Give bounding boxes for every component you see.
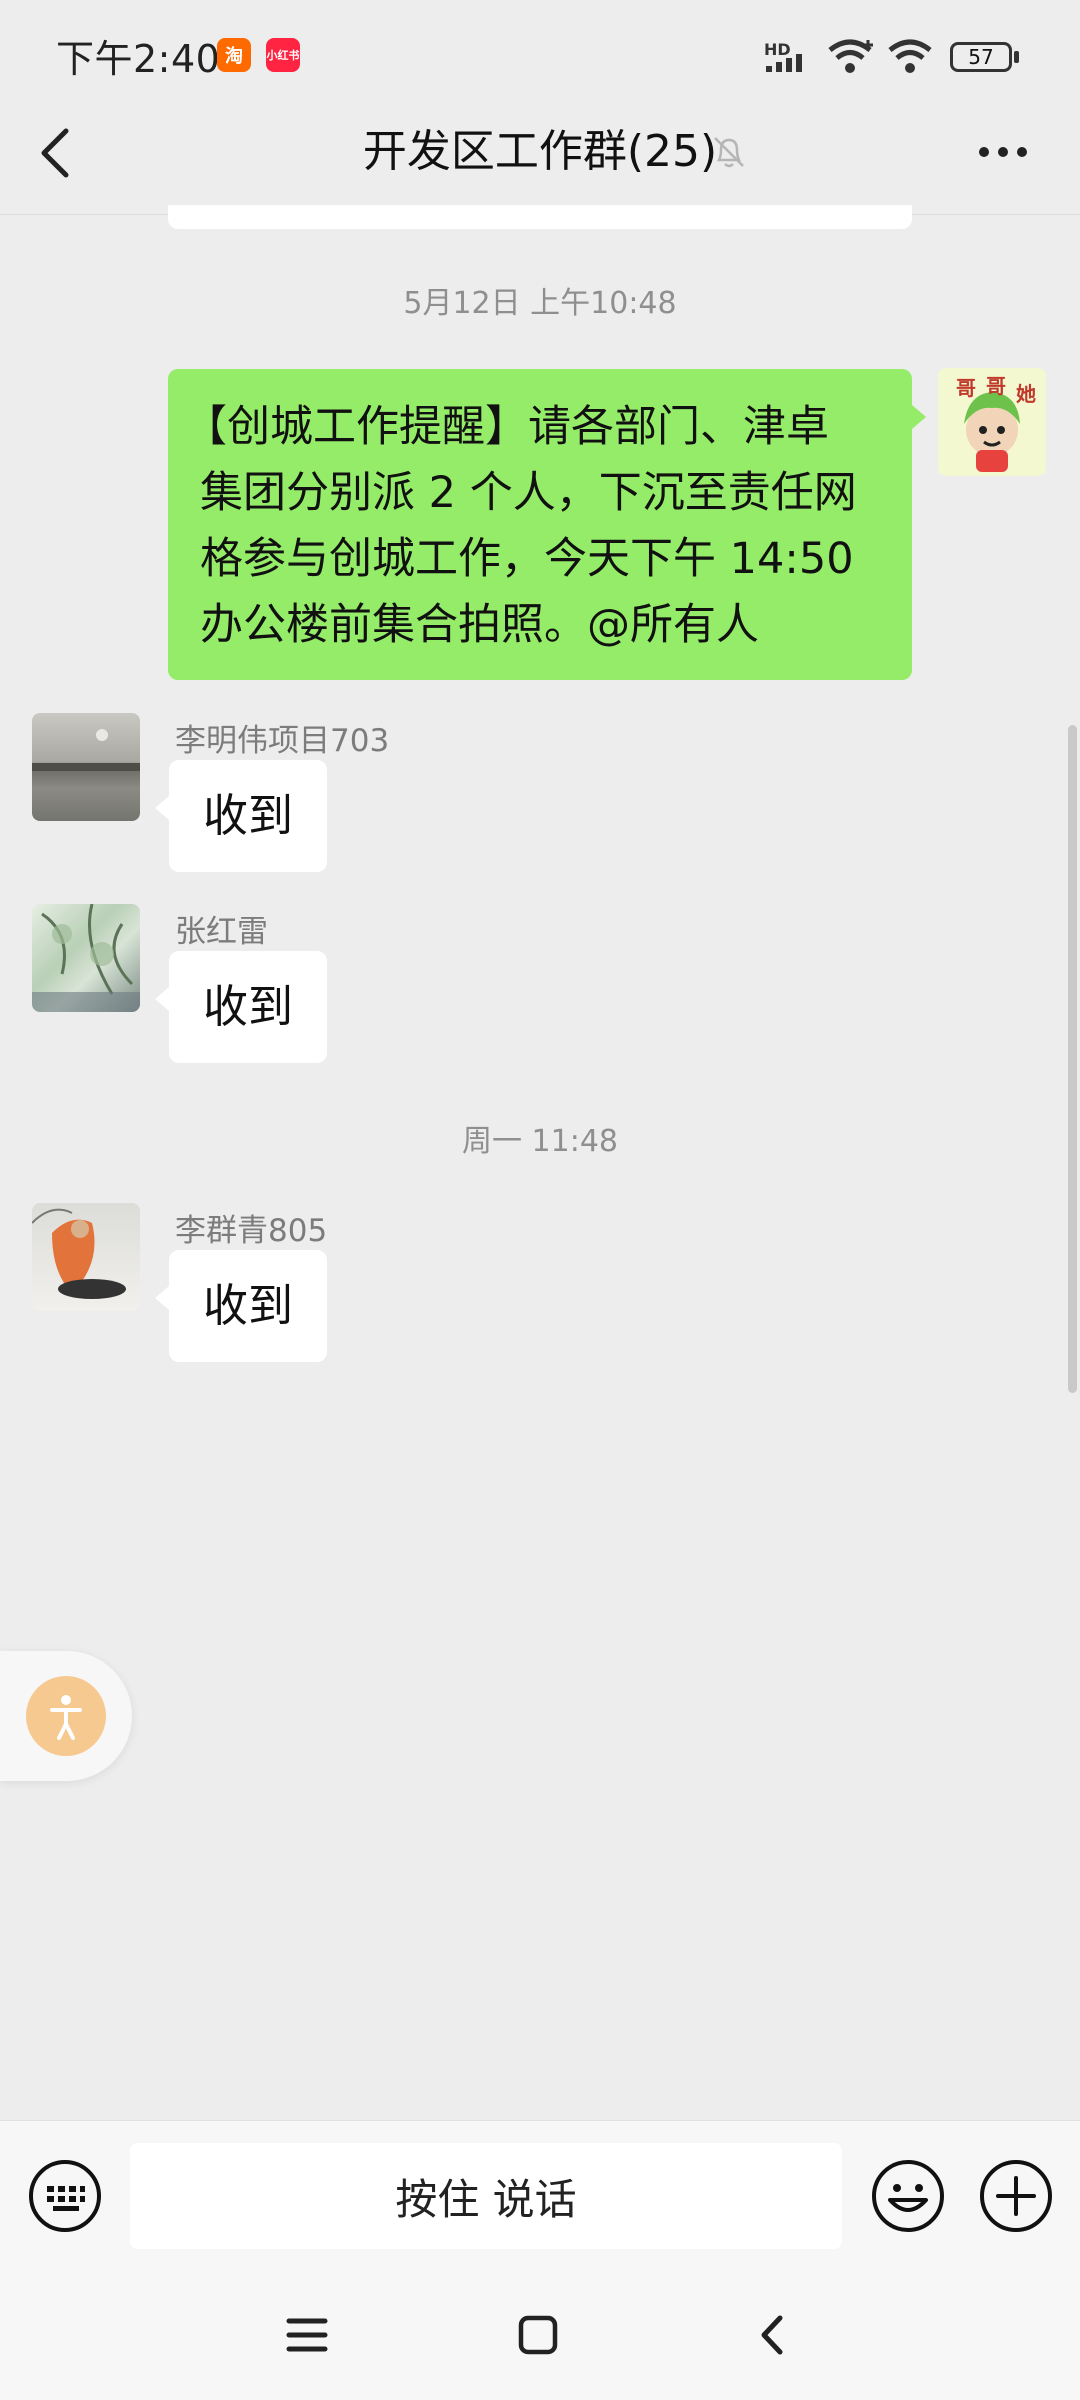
battery-tip xyxy=(1014,51,1019,63)
sender-avatar[interactable] xyxy=(32,1203,140,1311)
bubble-tail xyxy=(155,796,169,820)
painting-photo-icon xyxy=(32,1208,126,1299)
status-time: 下午2:40 xyxy=(56,37,221,81)
incoming-message-bubble[interactable]: 收到 xyxy=(155,951,327,1063)
hold-to-talk-label: 按住 说话 xyxy=(395,2174,577,2224)
bubble-tail xyxy=(912,405,926,429)
more-dots-icon[interactable] xyxy=(976,142,1032,162)
chat-title-area: 开发区工作群(25) xyxy=(0,124,1080,180)
tree-photo-icon xyxy=(32,904,140,1012)
sender-avatar[interactable] xyxy=(32,713,140,821)
avatar-sticker-text: 哥 xyxy=(956,376,976,400)
menu-icon[interactable] xyxy=(285,2315,329,2355)
sender-name: 张红雷 xyxy=(175,914,268,950)
bubble-tail xyxy=(155,987,169,1011)
accessibility-button[interactable] xyxy=(26,1676,106,1756)
nav-back-icon[interactable] xyxy=(756,2312,788,2358)
timestamp: 周一 11:48 xyxy=(462,1124,618,1159)
message-text: 收到 xyxy=(202,1279,293,1332)
incoming-message-bubble[interactable]: 收到 xyxy=(155,1250,327,1362)
timestamp: 5月12日 上午10:48 xyxy=(403,286,677,321)
battery-level: 57 xyxy=(968,45,994,69)
avatar-sticker-text: 她 xyxy=(1016,382,1036,406)
hold-to-talk-button[interactable]: 按住 说话 xyxy=(130,2143,842,2249)
message-line: 格参与创城工作，今天下午 14:50 xyxy=(200,534,854,584)
message-line: 办公楼前集合拍照。@所有人 xyxy=(200,600,759,650)
my-avatar[interactable]: 哥 哥 她 xyxy=(938,368,1046,476)
sender-name: 李明伟项目703 xyxy=(175,723,390,759)
sender-avatar[interactable] xyxy=(32,904,140,1012)
sender-name: 李群青805 xyxy=(175,1213,328,1249)
avatar-sticker-text: 哥 xyxy=(986,374,1006,398)
cell-signal-icon xyxy=(766,54,802,72)
accessibility-icon xyxy=(50,1695,82,1740)
taobao-app-icon: 淘 xyxy=(217,38,251,72)
scrollbar[interactable] xyxy=(1068,725,1077,1393)
home-square-icon[interactable] xyxy=(517,2314,559,2356)
previous-message-bubble[interactable] xyxy=(168,205,912,229)
message-line: 【创城工作提醒】请各部门、津卓 xyxy=(184,402,829,452)
bell-off-icon xyxy=(714,137,744,168)
incoming-message-bubble[interactable]: 收到 xyxy=(155,760,327,872)
xiaohongshu-app-icon: 小红书 xyxy=(266,38,300,72)
message-line: 集团分别派 2 个人，下沉至责任网 xyxy=(200,468,857,518)
emoji-icon[interactable] xyxy=(870,2158,946,2234)
bubble-tail xyxy=(155,1286,169,1310)
wifi-plus-icon xyxy=(828,39,873,73)
landscape-photo-icon xyxy=(32,729,140,771)
plus-circle-icon[interactable] xyxy=(978,2158,1054,2234)
message-text: 收到 xyxy=(202,980,293,1033)
message-text: 收到 xyxy=(202,789,293,842)
chat-title: 开发区工作群(25) xyxy=(362,126,718,177)
wifi-icon xyxy=(888,39,932,73)
battery-icon: 57 xyxy=(950,42,1012,72)
outgoing-message-bubble[interactable]: 【创城工作提醒】请各部门、津卓 集团分别派 2 个人，下沉至责任网 格参与创城工… xyxy=(168,369,926,680)
keyboard-icon[interactable] xyxy=(27,2158,103,2234)
